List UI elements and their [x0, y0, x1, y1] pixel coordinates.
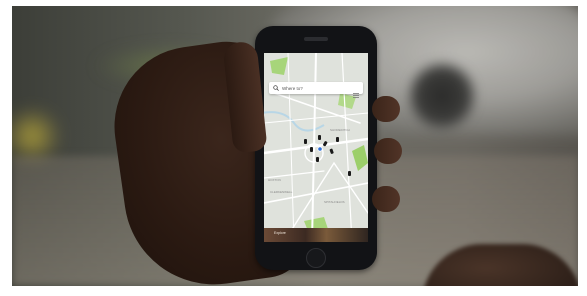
car-marker [304, 139, 307, 144]
blurred-car-wheel [407, 61, 477, 131]
finger [372, 186, 400, 212]
area-label: HOXTON [268, 178, 281, 182]
menu-icon[interactable] [353, 85, 359, 98]
search-placeholder: Where to? [282, 85, 303, 91]
finger [374, 138, 402, 164]
finger [372, 96, 400, 122]
area-label: SHOREDITCH [330, 128, 350, 132]
earpiece [304, 37, 328, 41]
user-location-marker [317, 146, 323, 152]
promo-label: Explore [274, 231, 286, 235]
car-marker [318, 135, 321, 140]
car-marker [336, 137, 339, 142]
home-button[interactable] [306, 248, 326, 268]
search-bar[interactable]: Where to? [269, 82, 363, 98]
area-label: SPITALFIELDS [324, 200, 345, 204]
phone-screen: HOXTON SHOREDITCH CLERKENWELL SPITALFIEL… [264, 53, 368, 242]
car-marker [316, 157, 319, 162]
area-label: CLERKENWELL [270, 190, 293, 194]
car-marker [348, 171, 351, 176]
search-icon [273, 85, 279, 91]
bottom-promo-strip[interactable]: Explore [264, 228, 368, 242]
car-marker [310, 147, 313, 152]
smartphone: HOXTON SHOREDITCH CLERKENWELL SPITALFIEL… [255, 26, 377, 270]
